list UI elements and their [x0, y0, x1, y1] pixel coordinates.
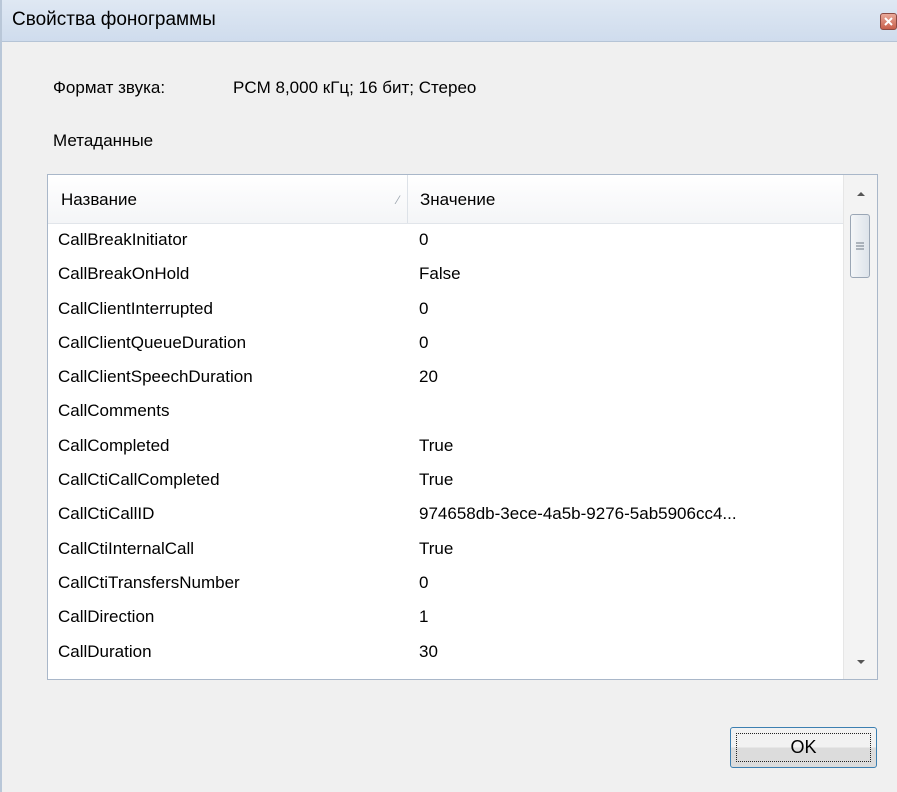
table-body: CallBreakInitiator 0 CallBreakOnHold False…	[48, 223, 845, 679]
chevron-down-icon	[856, 660, 865, 664]
column-header-name-label: Название	[61, 190, 137, 209]
table-row[interactable]: CallCtiCallCompleted True	[48, 463, 845, 497]
row-value: 0	[419, 230, 429, 249]
row-name: CallCompleted	[58, 435, 170, 455]
ok-button[interactable]: OK	[730, 727, 877, 768]
table-row[interactable]: CallClientInterrupted 0	[48, 292, 845, 326]
table-row[interactable]: CallBreakInitiator 0	[48, 223, 845, 257]
column-header-value[interactable]: Значение	[408, 175, 845, 223]
row-value: True	[419, 470, 454, 490]
table-row[interactable]: CallCtiInternalCall True	[48, 532, 845, 566]
metadata-label: Метаданные	[53, 131, 154, 150]
ok-button-label: OK	[736, 733, 871, 762]
row-name: CallCtiCallCompleted	[58, 470, 220, 490]
table-row[interactable]: CallDuration 30	[48, 635, 845, 669]
window-title: Свойства фонограммы	[12, 9, 216, 30]
title-bar[interactable]: Свойства фонограммы	[2, 0, 897, 42]
row-value: 0	[419, 669, 428, 679]
table-row[interactable]: CallComments	[48, 394, 845, 428]
sound-format-value: PCM 8,000 кГц; 16 бит; Стерео	[233, 78, 477, 97]
properties-dialog: Свойства фонограммы Формат звука: PCM 8,…	[0, 0, 897, 792]
scroll-grip-icon	[856, 242, 864, 250]
table-row[interactable]: CallCompleted True	[48, 429, 845, 463]
column-header-value-label: Значение	[420, 190, 496, 209]
table-row[interactable]: CallClientQueueDuration 0	[48, 326, 845, 360]
table-row[interactable]: CallClientSpeechDuration 20	[48, 360, 845, 394]
row-name: CallDirection	[58, 607, 155, 627]
row-value: 0	[419, 332, 429, 352]
row-name: CallCtiTransfersNumber	[58, 572, 240, 592]
row-name: CallDuration	[58, 641, 152, 661]
vertical-scrollbar[interactable]	[843, 175, 877, 679]
row-value: False	[419, 264, 461, 284]
scroll-down-button[interactable]	[844, 647, 877, 677]
row-value: 20	[419, 367, 438, 387]
row-value: 974658db-3ece-4a5b-9276-5ab5906cc4...	[419, 504, 737, 524]
row-value: 30	[419, 641, 438, 661]
column-header-name[interactable]: Название ⁄	[48, 175, 408, 223]
metadata-table[interactable]: Название ⁄ Значение CallBreakInitiator 0 …	[47, 174, 878, 680]
table-row[interactable]: CallBreakOnHold False	[48, 257, 845, 291]
table-row[interactable]: CallDirection 1	[48, 600, 845, 634]
table-row[interactable]: CallCtiCallID 974658db-3ece-4a5b-9276-5ab…	[48, 497, 845, 531]
row-name: CallClientSpeechDuration	[58, 367, 253, 387]
row-name: CallClientInterrupted	[58, 298, 213, 318]
row-name: CallHoldDuration	[58, 669, 187, 679]
row-name: CallCtiCallID	[58, 504, 155, 524]
row-value: 0	[419, 572, 429, 592]
table-row[interactable]: CallCtiTransfersNumber 0	[48, 566, 845, 600]
row-value: 0	[419, 298, 429, 318]
row-value: True	[419, 435, 454, 455]
row-value: 1	[419, 607, 429, 627]
row-name: CallBreakOnHold	[58, 264, 190, 284]
chevron-up-icon	[856, 192, 865, 196]
scroll-thumb[interactable]	[850, 214, 870, 278]
table-header: Название ⁄ Значение	[48, 175, 845, 224]
row-name: CallBreakInitiator	[58, 230, 188, 249]
table-row[interactable]: CallHoldDuration 0	[48, 669, 845, 679]
close-button[interactable]	[880, 13, 897, 30]
row-value: True	[419, 538, 454, 558]
sort-indicator-icon: ⁄	[396, 193, 399, 207]
row-name: CallCtiInternalCall	[58, 538, 195, 558]
sound-format-label: Формат звука:	[53, 78, 166, 97]
scroll-up-button[interactable]	[844, 179, 877, 209]
row-name: CallClientQueueDuration	[58, 332, 247, 352]
row-name: CallComments	[58, 401, 170, 421]
close-icon	[884, 17, 893, 26]
